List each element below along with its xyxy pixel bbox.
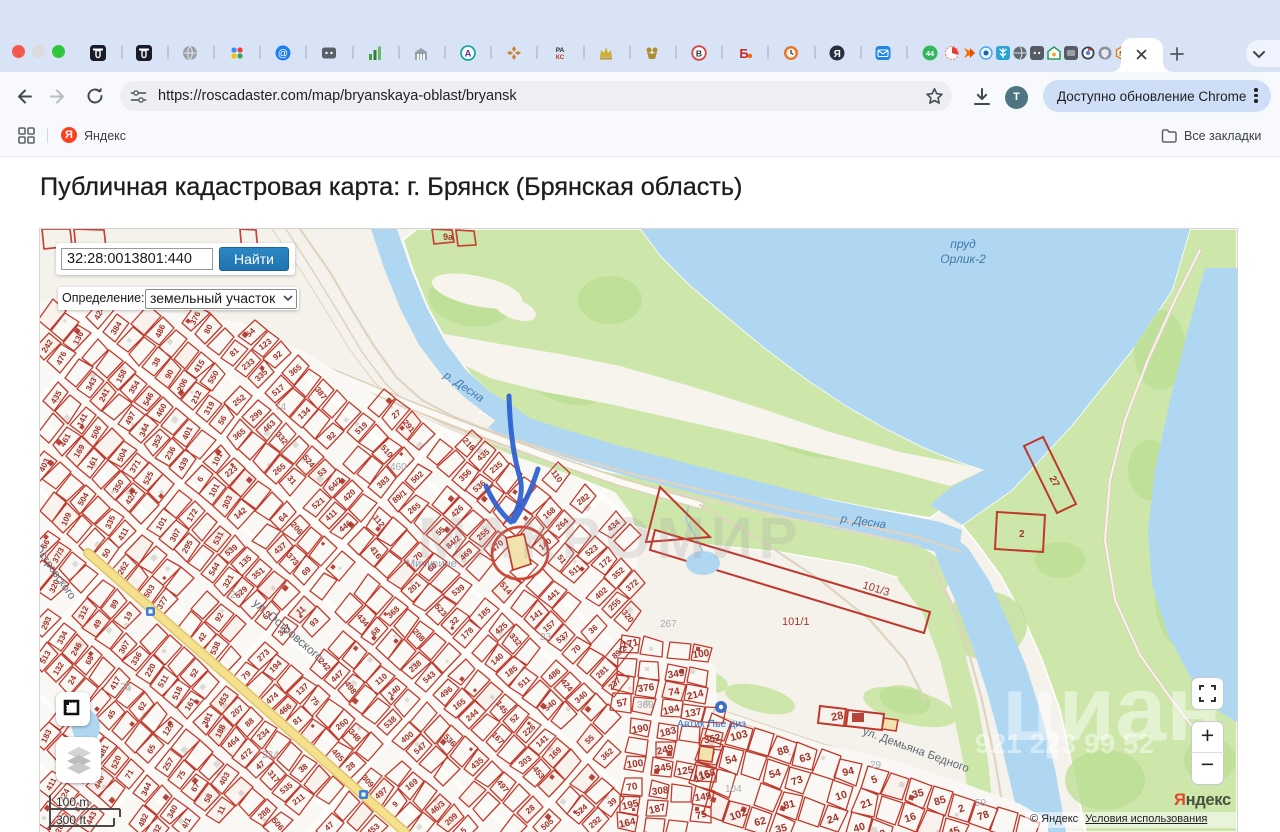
svg-text:Орлик-2: Орлик-2 — [940, 252, 986, 266]
svg-text:2: 2 — [1019, 529, 1025, 540]
svg-text:МАКРОМИР: МАКРОМИР — [418, 506, 803, 571]
svg-text:460: 460 — [390, 462, 407, 473]
svg-text:44: 44 — [926, 49, 935, 58]
svg-text:100: 100 — [626, 758, 644, 771]
svg-text:25: 25 — [120, 682, 132, 693]
svg-text:267: 267 — [660, 619, 677, 630]
svg-text:29: 29 — [870, 760, 882, 771]
svg-text:308: 308 — [651, 785, 669, 798]
svg-text:369: 369 — [637, 700, 654, 711]
svg-text:9а: 9а — [443, 232, 454, 242]
svg-text:101/1: 101/1 — [782, 616, 810, 628]
svg-text:пруд: пруд — [950, 237, 976, 251]
svg-text:РА: РА — [556, 47, 565, 54]
svg-text:23: 23 — [540, 632, 552, 643]
svg-text:59: 59 — [975, 798, 987, 809]
svg-text:В: В — [696, 48, 702, 58]
svg-text:Б: Б — [739, 46, 748, 61]
svg-text:22: 22 — [230, 590, 242, 601]
svg-text:74: 74 — [668, 686, 681, 699]
svg-text:A: A — [465, 49, 472, 60]
svg-text:224: 224 — [262, 750, 279, 761]
svg-text:74: 74 — [275, 402, 287, 413]
svg-text:921 223 99 52: 921 223 99 52 — [975, 728, 1154, 759]
svg-text:КС: КС — [556, 54, 565, 61]
svg-text:28: 28 — [830, 710, 844, 724]
svg-text:Автик Пье диз: Автик Пье диз — [677, 718, 746, 730]
svg-text:Я: Я — [834, 49, 841, 60]
svg-text:104: 104 — [725, 784, 742, 795]
svg-text:@: @ — [278, 49, 288, 60]
